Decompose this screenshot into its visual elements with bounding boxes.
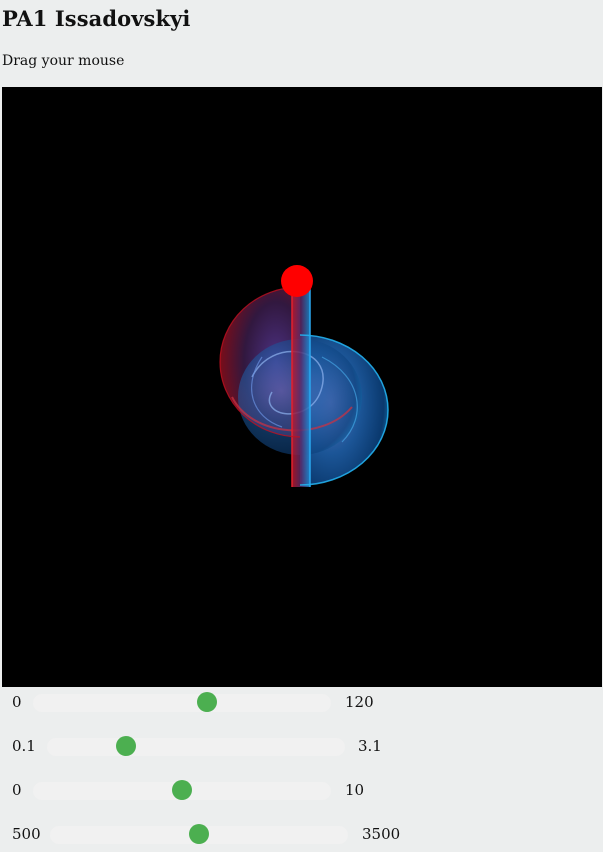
slider-3-thumb[interactable] bbox=[172, 780, 192, 800]
page-title: PA1 Issadovskyi bbox=[2, 6, 191, 31]
slider-row-3: 0 10 bbox=[0, 775, 380, 805]
slider-4-track[interactable] bbox=[50, 824, 348, 844]
slider-2-max-label: 3.1 bbox=[358, 737, 382, 755]
slider-2-thumb[interactable] bbox=[116, 736, 137, 756]
slider-2-track[interactable] bbox=[47, 736, 345, 756]
slider-1-min-label: 0 bbox=[12, 693, 22, 711]
slider-1-thumb[interactable] bbox=[196, 692, 217, 712]
slider-3-track[interactable] bbox=[33, 780, 331, 800]
slider-4-min-label: 500 bbox=[12, 825, 41, 843]
slider-row-2: 0.1 3.1 bbox=[0, 731, 400, 761]
slider-3-max-label: 10 bbox=[345, 781, 365, 799]
rendered-scene bbox=[219, 265, 389, 487]
slider-3-min-label: 0 bbox=[12, 781, 22, 799]
slider-row-4: 500 3500 bbox=[0, 819, 420, 849]
slider-4-thumb[interactable] bbox=[189, 824, 209, 844]
slider-row-1: 0 120 bbox=[0, 687, 380, 717]
webgl-canvas[interactable] bbox=[2, 87, 602, 687]
surface-shape bbox=[219, 286, 389, 487]
page: PA1 Issadovskyi Drag your mouse 0 120 0.… bbox=[0, 0, 603, 852]
instruction-text: Drag your mouse bbox=[2, 53, 125, 69]
slider-2-min-label: 0.1 bbox=[12, 737, 36, 755]
slider-4-max-label: 3500 bbox=[362, 825, 401, 843]
slider-1-track[interactable] bbox=[33, 692, 331, 712]
light-position-marker[interactable] bbox=[281, 265, 313, 297]
slider-1-max-label: 120 bbox=[345, 693, 374, 711]
